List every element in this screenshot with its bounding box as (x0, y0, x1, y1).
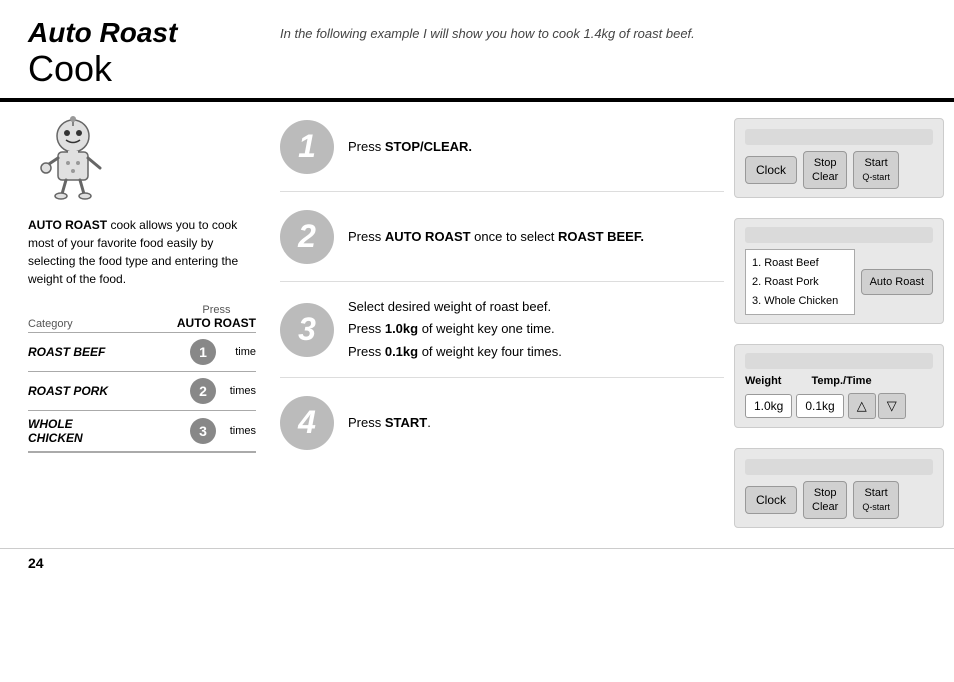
weight-val-1: 1.0kg (745, 394, 792, 418)
press-label: Press (177, 304, 256, 316)
step2-once: once to select (471, 229, 558, 244)
panel1-top-partial (745, 129, 933, 145)
step2-roast-beef: ROAST BEEF. (558, 229, 644, 244)
auto-roast-label: AUTO ROAST (177, 316, 256, 330)
roast-pork-label: ROAST PORK (28, 384, 184, 398)
category-header: Category Press AUTO ROAST (28, 304, 256, 330)
step-1-row: 1 Press STOP/CLEAR. (280, 102, 724, 192)
mascot-image (28, 116, 118, 206)
step3-line1: Select desired weight of roast beef. (348, 299, 551, 314)
roast-beef-label: ROAST BEEF (28, 345, 184, 359)
category-row-whole-chicken: WHOLECHICKEN 3 times (28, 410, 256, 451)
menu-item-3: 3. Whole Chicken (752, 292, 848, 311)
panel2-top-partial (745, 227, 933, 243)
step-2-badge: 2 (280, 210, 334, 264)
auto-roast-bold: AUTO ROAST (28, 218, 107, 232)
start-button-1[interactable]: StartQ-start (853, 151, 899, 190)
step-1-text: Press STOP/CLEAR. (348, 136, 472, 158)
panel-4-buttons: Clock StopClear StartQ-start (745, 481, 933, 520)
auto-roast-button[interactable]: Auto Roast (861, 269, 933, 295)
temp-time-label: Temp./Time (811, 375, 871, 387)
clock-button-2[interactable]: Clock (745, 486, 797, 514)
panel-1-buttons: Clock StopClear StartQ-start (745, 151, 933, 190)
whole-chicken-label: WHOLECHICKEN (28, 417, 184, 445)
roast-pork-badge: 2 (190, 378, 216, 404)
roast-beef-times: time (222, 346, 256, 358)
step-3-row: 3 Select desired weight of roast beef. P… (280, 282, 724, 377)
center-column: 1 Press STOP/CLEAR. 2 Press AUTO ROAST o… (270, 102, 734, 544)
step4-start: START (385, 415, 427, 430)
right-column: Clock StopClear StartQ-start 1. Roast Be… (734, 102, 954, 544)
step1-stop-clear: STOP/CLEAR. (385, 139, 472, 154)
panel-1: Clock StopClear StartQ-start (734, 118, 944, 198)
step4-press: Press (348, 415, 385, 430)
menu-list: 1. Roast Beef 2. Roast Pork 3. Whole Chi… (745, 249, 855, 315)
panel-3: Weight Temp./Time 1.0kg 0.1kg △ ▽ (734, 344, 944, 428)
temptime-arrows: △ ▽ (848, 393, 906, 419)
left-column: AUTO ROAST cook allows you to cook most … (0, 102, 270, 544)
menu-item-2: 2. Roast Pork (752, 273, 848, 292)
step3-press-1kg: Press (348, 321, 385, 336)
title-normal: Cook (28, 49, 926, 89)
main-content: AUTO ROAST cook allows you to cook most … (0, 102, 954, 544)
whole-chicken-times: times (222, 425, 256, 437)
subtitle: In the following example I will show you… (280, 26, 695, 41)
stop-clear-button-1[interactable]: StopClear (803, 151, 847, 190)
step-3-text: Select desired weight of roast beef. Pre… (348, 296, 562, 362)
description: AUTO ROAST cook allows you to cook most … (28, 216, 256, 288)
step3-four-times: of weight key four times. (418, 344, 562, 359)
step-2-row: 2 Press AUTO ROAST once to select ROAST … (280, 192, 724, 282)
category-bottom-border (28, 451, 256, 453)
panel-2: 1. Roast Beef 2. Roast Pork 3. Whole Chi… (734, 218, 944, 324)
step3-press-01kg: Press (348, 344, 385, 359)
page-number: 24 (28, 555, 44, 571)
roast-beef-badge: 1 (190, 339, 216, 365)
whole-chicken-badge: 3 (190, 418, 216, 444)
step-4-text: Press START. (348, 412, 431, 434)
stop-clear-button-2[interactable]: StopClear (803, 481, 847, 520)
panel-4: Clock StopClear StartQ-start (734, 448, 944, 528)
weight-labels-row: Weight Temp./Time (745, 375, 933, 391)
weight-label: Weight (745, 375, 781, 387)
clock-button-1[interactable]: Clock (745, 156, 797, 184)
category-label: Category (28, 318, 73, 330)
step3-one-time: of weight key one time. (418, 321, 555, 336)
step-2-text: Press AUTO ROAST once to select ROAST BE… (348, 226, 644, 248)
step-1-badge: 1 (280, 120, 334, 174)
panel-2-menu: 1. Roast Beef 2. Roast Pork 3. Whole Chi… (745, 249, 933, 315)
step-4-badge: 4 (280, 396, 334, 450)
step2-auto-roast: AUTO ROAST (385, 229, 471, 244)
step-4-row: 4 Press START. (280, 378, 724, 468)
step-3-badge: 3 (280, 303, 334, 357)
page-header: Auto Roast Cook In the following example… (0, 0, 954, 94)
step4-period: . (427, 415, 431, 430)
weight-panel: Weight Temp./Time 1.0kg 0.1kg △ ▽ (745, 375, 933, 419)
panel3-top-partial (745, 353, 933, 369)
step2-press: Press (348, 229, 385, 244)
panel4-top-partial (745, 459, 933, 475)
arrow-down-button[interactable]: ▽ (878, 393, 906, 419)
press-header: Press AUTO ROAST (177, 304, 256, 330)
step3-01kg: 0.1kg (385, 344, 418, 359)
step3-1kg: 1.0kg (385, 321, 418, 336)
arrow-up-button[interactable]: △ (848, 393, 876, 419)
panels: Clock StopClear StartQ-start 1. Roast Be… (734, 102, 944, 544)
start-button-2[interactable]: StartQ-start (853, 481, 899, 520)
step1-press: Press (348, 139, 385, 154)
roast-pork-times: times (222, 385, 256, 397)
footer: 24 (0, 549, 954, 577)
weight-val-2: 0.1kg (796, 394, 843, 418)
category-row-roast-pork: ROAST PORK 2 times (28, 371, 256, 410)
weight-values-row: 1.0kg 0.1kg △ ▽ (745, 393, 933, 419)
category-row-roast-beef: ROAST BEEF 1 time (28, 332, 256, 371)
menu-item-1: 1. Roast Beef (752, 254, 848, 273)
